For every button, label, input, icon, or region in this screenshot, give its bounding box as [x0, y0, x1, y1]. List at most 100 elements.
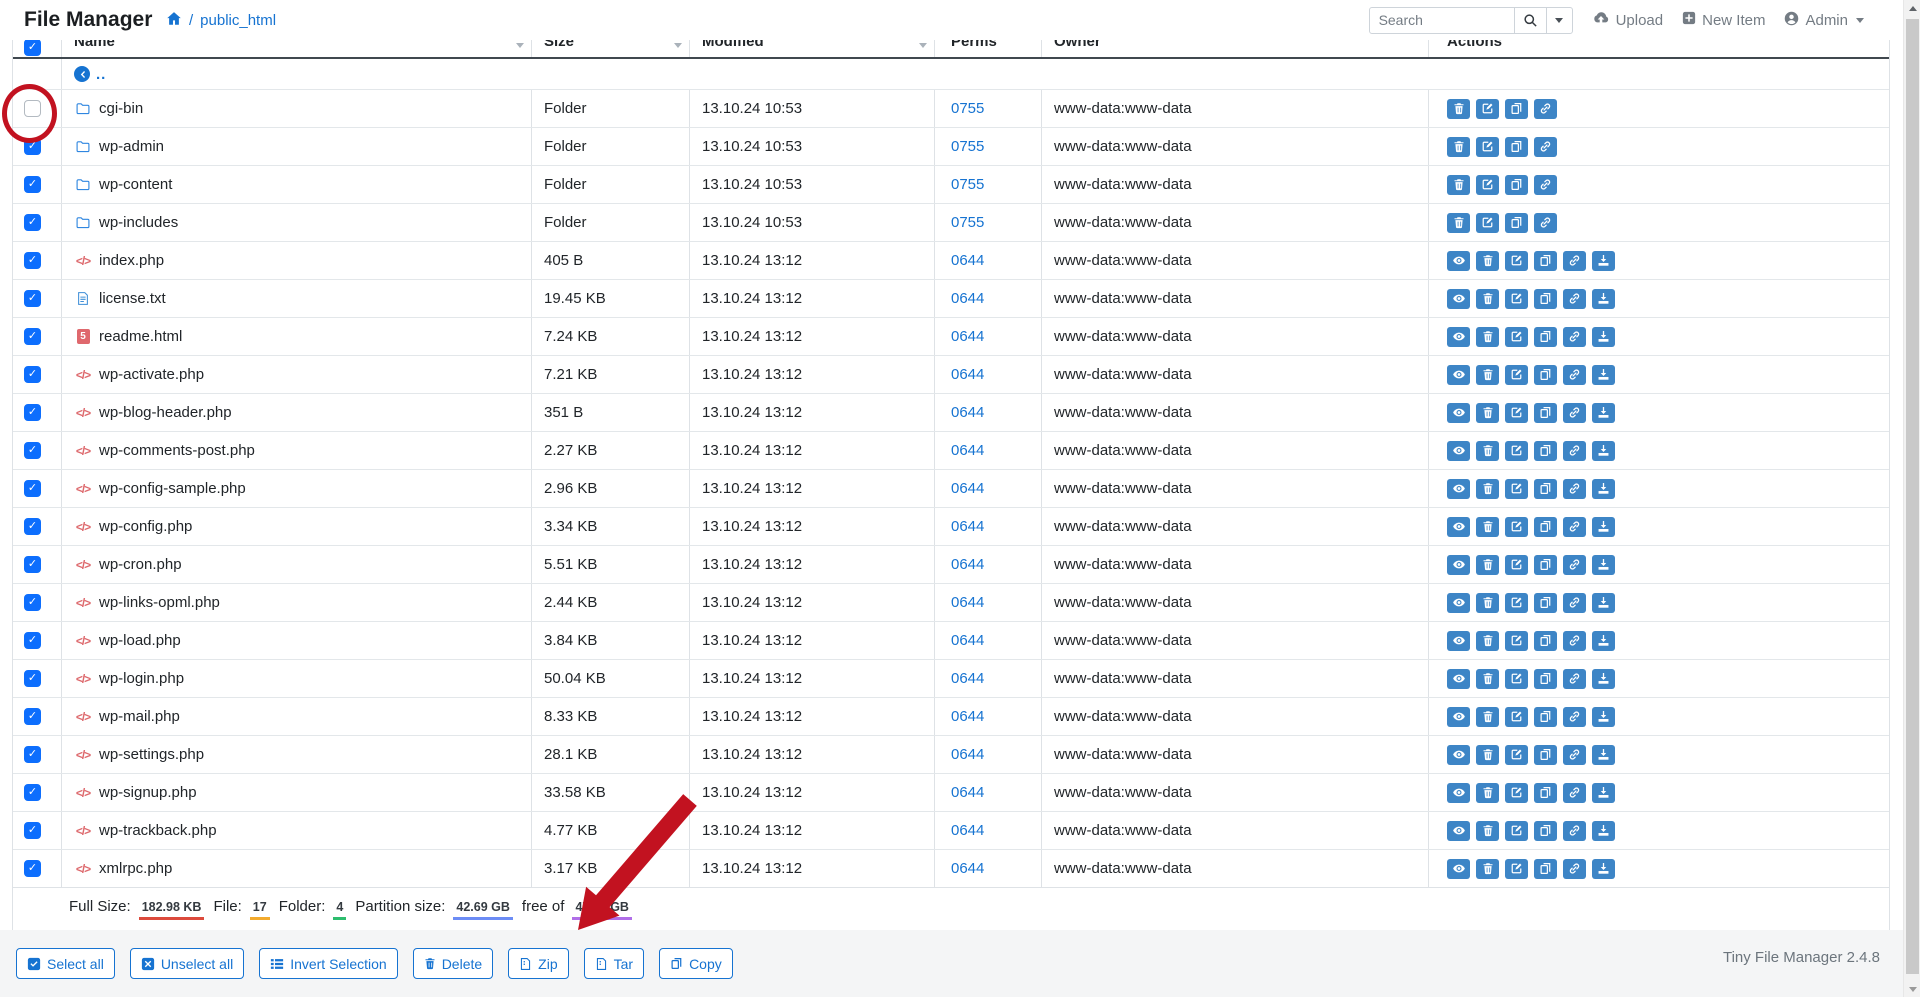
delete-action-button[interactable]: [1476, 365, 1499, 385]
edit-action-button[interactable]: [1505, 669, 1528, 689]
link-action-button[interactable]: [1563, 707, 1586, 727]
edit-action-button[interactable]: [1476, 99, 1499, 119]
link-action-button[interactable]: [1563, 289, 1586, 309]
file-name-link[interactable]: wp-login.php: [99, 670, 184, 687]
file-name-link[interactable]: wp-config.php: [99, 518, 192, 535]
row-checkbox[interactable]: [24, 366, 41, 383]
row-checkbox[interactable]: [24, 100, 41, 117]
perms-link[interactable]: 0644: [951, 784, 984, 801]
file-name-link[interactable]: xmlrpc.php: [99, 860, 172, 877]
view-action-button[interactable]: [1447, 821, 1470, 841]
search-input[interactable]: [1369, 7, 1515, 34]
edit-action-button[interactable]: [1505, 365, 1528, 385]
row-checkbox[interactable]: [24, 252, 41, 269]
file-name-link[interactable]: readme.html: [99, 328, 182, 345]
perms-link[interactable]: 0644: [951, 366, 984, 383]
link-action-button[interactable]: [1563, 251, 1586, 271]
perms-link[interactable]: 0644: [951, 404, 984, 421]
row-checkbox[interactable]: [24, 404, 41, 421]
link-action-button[interactable]: [1563, 403, 1586, 423]
file-name-link[interactable]: wp-load.php: [99, 632, 181, 649]
delete-action-button[interactable]: [1476, 707, 1499, 727]
download-action-button[interactable]: [1592, 859, 1615, 879]
download-action-button[interactable]: [1592, 593, 1615, 613]
download-action-button[interactable]: [1592, 707, 1615, 727]
row-checkbox[interactable]: [24, 784, 41, 801]
perms-link[interactable]: 0755: [951, 176, 984, 193]
file-name-link[interactable]: wp-links-opml.php: [99, 594, 220, 611]
copy-action-button[interactable]: [1534, 517, 1557, 537]
edit-action-button[interactable]: [1505, 441, 1528, 461]
delete-action-button[interactable]: [1476, 669, 1499, 689]
delete-action-button[interactable]: [1476, 859, 1499, 879]
admin-menu-button[interactable]: Admin: [1784, 11, 1864, 30]
copy-action-button[interactable]: [1534, 555, 1557, 575]
link-action-button[interactable]: [1563, 441, 1586, 461]
file-name-link[interactable]: wp-admin: [99, 138, 164, 155]
unselect-all-button[interactable]: Unselect all: [130, 948, 244, 979]
perms-link[interactable]: 0644: [951, 518, 984, 535]
copy-action-button[interactable]: [1505, 175, 1528, 195]
row-checkbox[interactable]: [24, 176, 41, 193]
row-checkbox[interactable]: [24, 632, 41, 649]
view-action-button[interactable]: [1447, 631, 1470, 651]
view-action-button[interactable]: [1447, 327, 1470, 347]
download-action-button[interactable]: [1592, 251, 1615, 271]
perms-link[interactable]: 0644: [951, 290, 984, 307]
row-checkbox[interactable]: [24, 442, 41, 459]
delete-button[interactable]: Delete: [413, 948, 493, 979]
copy-button[interactable]: Copy: [659, 948, 733, 979]
perms-link[interactable]: 0755: [951, 100, 984, 117]
perms-link[interactable]: 0644: [951, 822, 984, 839]
perms-link[interactable]: 0644: [951, 442, 984, 459]
view-action-button[interactable]: [1447, 745, 1470, 765]
delete-action-button[interactable]: [1476, 783, 1499, 803]
delete-action-button[interactable]: [1476, 403, 1499, 423]
view-action-button[interactable]: [1447, 859, 1470, 879]
copy-action-button[interactable]: [1534, 707, 1557, 727]
row-checkbox[interactable]: [24, 860, 41, 877]
link-action-button[interactable]: [1563, 365, 1586, 385]
zip-button[interactable]: Zip: [508, 948, 568, 979]
row-checkbox[interactable]: [24, 746, 41, 763]
file-name-link[interactable]: wp-cron.php: [99, 556, 182, 573]
download-action-button[interactable]: [1592, 555, 1615, 575]
copy-action-button[interactable]: [1534, 631, 1557, 651]
file-name-link[interactable]: wp-comments-post.php: [99, 442, 255, 459]
delete-action-button[interactable]: [1476, 479, 1499, 499]
file-name-link[interactable]: wp-content: [99, 176, 172, 193]
search-options-button[interactable]: [1546, 7, 1573, 34]
edit-action-button[interactable]: [1505, 517, 1528, 537]
breadcrumb-path-link[interactable]: public_html: [200, 12, 276, 29]
row-checkbox[interactable]: [24, 328, 41, 345]
file-name-link[interactable]: wp-includes: [99, 214, 178, 231]
download-action-button[interactable]: [1592, 441, 1615, 461]
edit-action-button[interactable]: [1476, 137, 1499, 157]
file-name-link[interactable]: wp-blog-header.php: [99, 404, 232, 421]
delete-action-button[interactable]: [1476, 745, 1499, 765]
perms-link[interactable]: 0755: [951, 214, 984, 231]
invert-selection-button[interactable]: Invert Selection: [259, 948, 398, 979]
download-action-button[interactable]: [1592, 631, 1615, 651]
link-action-button[interactable]: [1563, 783, 1586, 803]
perms-link[interactable]: 0644: [951, 860, 984, 877]
view-action-button[interactable]: [1447, 555, 1470, 575]
copy-action-button[interactable]: [1534, 859, 1557, 879]
view-action-button[interactable]: [1447, 289, 1470, 309]
chevron-left-circle-icon[interactable]: [74, 66, 90, 82]
delete-action-button[interactable]: [1476, 593, 1499, 613]
edit-action-button[interactable]: [1505, 403, 1528, 423]
edit-action-button[interactable]: [1505, 859, 1528, 879]
delete-action-button[interactable]: [1476, 517, 1499, 537]
edit-action-button[interactable]: [1505, 251, 1528, 271]
upload-button[interactable]: Upload: [1592, 11, 1664, 29]
edit-action-button[interactable]: [1505, 707, 1528, 727]
edit-action-button[interactable]: [1505, 327, 1528, 347]
edit-action-button[interactable]: [1505, 783, 1528, 803]
copy-action-button[interactable]: [1534, 251, 1557, 271]
copy-action-button[interactable]: [1505, 213, 1528, 233]
file-name-link[interactable]: wp-settings.php: [99, 746, 204, 763]
link-action-button[interactable]: [1563, 555, 1586, 575]
download-action-button[interactable]: [1592, 403, 1615, 423]
delete-action-button[interactable]: [1476, 631, 1499, 651]
